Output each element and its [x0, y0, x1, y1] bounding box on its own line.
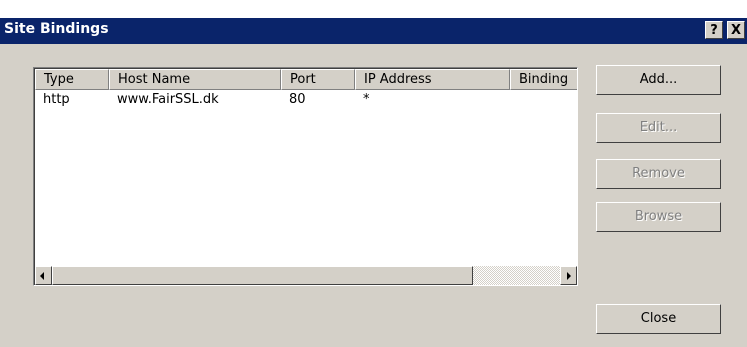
- column-header-host-name[interactable]: Host Name: [109, 69, 281, 90]
- arrow-right-icon: [567, 272, 571, 280]
- scroll-right-button[interactable]: [560, 266, 577, 285]
- bindings-list[interactable]: Type Host Name Port IP Address Binding h…: [33, 67, 578, 286]
- dialog-body: Type Host Name Port IP Address Binding h…: [0, 44, 747, 347]
- cell-port: 80: [289, 92, 306, 107]
- column-header-ip-address[interactable]: IP Address: [355, 69, 510, 90]
- column-header-row: Type Host Name Port IP Address Binding: [35, 69, 577, 90]
- remove-button[interactable]: Remove: [596, 159, 721, 189]
- window-title: Site Bindings: [4, 21, 109, 37]
- arrow-left-icon: [40, 272, 44, 280]
- site-bindings-dialog: Site Bindings ? X Type Host Name Port IP…: [0, 0, 747, 347]
- cell-type: http: [43, 92, 70, 107]
- title-bar[interactable]: Site Bindings ? X: [0, 18, 747, 44]
- cell-host-name: www.FairSSL.dk: [117, 92, 219, 107]
- column-header-binding[interactable]: Binding: [510, 69, 577, 90]
- horizontal-scrollbar[interactable]: [35, 266, 577, 285]
- table-row[interactable]: http www.FairSSL.dk 80 *: [35, 91, 577, 111]
- browse-button[interactable]: Browse: [596, 202, 721, 232]
- close-button[interactable]: Close: [596, 304, 721, 334]
- scrollbar-thumb[interactable]: [52, 266, 473, 285]
- scroll-left-button[interactable]: [35, 266, 52, 285]
- edit-button[interactable]: Edit...: [596, 113, 721, 143]
- cell-ip-address: *: [363, 92, 370, 107]
- add-button[interactable]: Add...: [596, 65, 721, 95]
- column-header-type[interactable]: Type: [35, 69, 109, 90]
- top-strip: [0, 0, 747, 18]
- help-button[interactable]: ?: [705, 21, 723, 39]
- close-window-button[interactable]: X: [727, 21, 745, 39]
- column-header-port[interactable]: Port: [281, 69, 355, 90]
